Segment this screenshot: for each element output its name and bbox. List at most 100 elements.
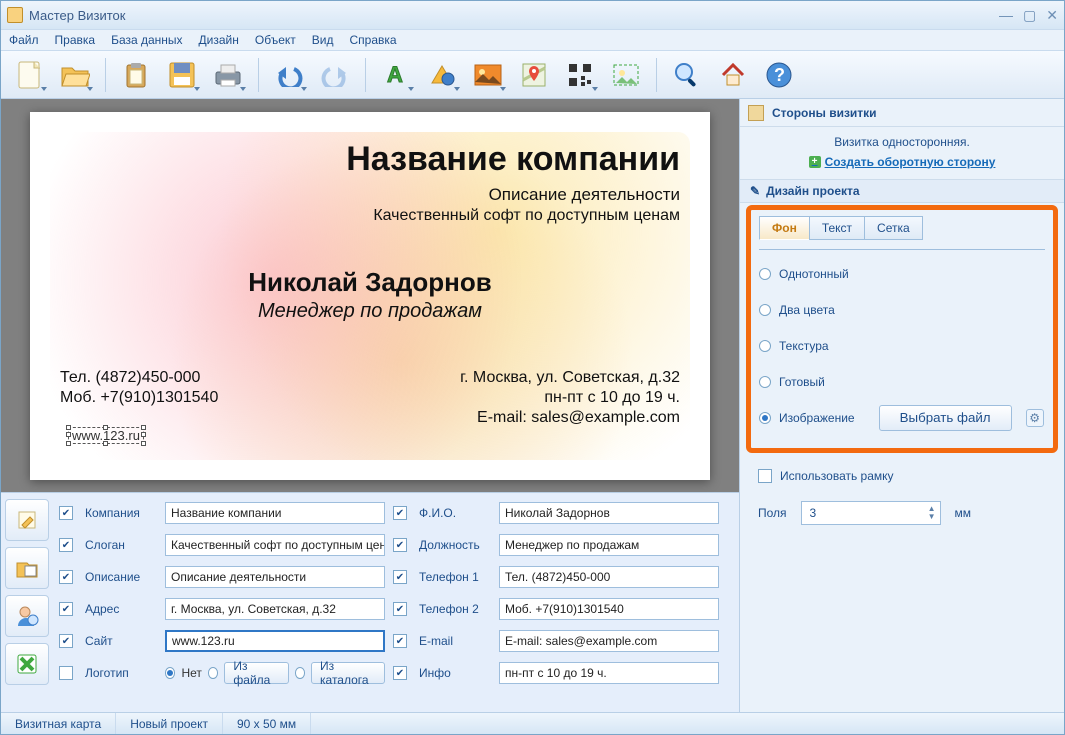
radio-bg-texture[interactable]: [759, 340, 771, 352]
chk-company[interactable]: ✔: [59, 506, 73, 520]
tab-text[interactable]: Текст: [809, 216, 865, 240]
menubar: Файл Правка База данных Дизайн Объект Ви…: [1, 29, 1064, 51]
sidetab-export[interactable]: [5, 643, 49, 685]
radio-logo-none[interactable]: [165, 667, 175, 679]
radio-bg-preset[interactable]: [759, 376, 771, 388]
chk-use-frame[interactable]: ✔: [758, 469, 772, 483]
card-slogan[interactable]: Качественный софт по доступным ценам: [60, 207, 680, 225]
input-phone2[interactable]: Моб. +7(910)1301540: [499, 598, 719, 620]
radio-bg-image[interactable]: [759, 412, 771, 424]
chk-site[interactable]: ✔: [59, 634, 73, 648]
menu-edit[interactable]: Правка: [55, 33, 96, 47]
menu-view[interactable]: Вид: [312, 33, 334, 47]
card-position[interactable]: Менеджер по продажам: [60, 300, 680, 323]
card-person-name[interactable]: Николай Задорнов: [60, 267, 680, 298]
lbl-position: Должность: [419, 538, 491, 552]
add-qr-button[interactable]: [558, 55, 602, 95]
btn-logo-catalog[interactable]: Из каталога: [311, 662, 385, 684]
card-hours[interactable]: пн-пт с 10 до 19 ч.: [460, 389, 680, 407]
chk-phone2[interactable]: ✔: [393, 602, 407, 616]
save-button[interactable]: [160, 55, 204, 95]
home-button[interactable]: [711, 55, 755, 95]
input-phone1[interactable]: Тел. (4872)450-000: [499, 566, 719, 588]
add-shape-button[interactable]: [420, 55, 464, 95]
create-back-link[interactable]: + Создать оборотную сторону: [809, 155, 996, 169]
input-address[interactable]: г. Москва, ул. Советская, д.32: [165, 598, 385, 620]
chk-fio[interactable]: ✔: [393, 506, 407, 520]
input-company[interactable]: Название компании: [165, 502, 385, 524]
btn-logo-file[interactable]: Из файла: [224, 662, 288, 684]
radio-logo-catalog[interactable]: [295, 667, 305, 679]
chk-address[interactable]: ✔: [59, 602, 73, 616]
print-button[interactable]: [206, 55, 250, 95]
selected-website-box[interactable]: www.123.ru: [68, 427, 144, 444]
status-project: Новый проект: [116, 713, 223, 734]
close-button[interactable]: ✕: [1046, 7, 1058, 24]
help-button[interactable]: ?: [757, 55, 801, 95]
canvas-area[interactable]: Название компании Описание деятельности …: [1, 99, 739, 492]
status-bar: Визитная карта Новый проект 90 x 50 мм: [1, 712, 1064, 734]
radio-bg-two[interactable]: [759, 304, 771, 316]
lbl-company: Компания: [85, 506, 157, 520]
input-position[interactable]: Менеджер по продажам: [499, 534, 719, 556]
tab-background[interactable]: Фон: [759, 216, 810, 240]
chk-phone1[interactable]: ✔: [393, 570, 407, 584]
app-window: Мастер Визиток — ▢ ✕ Файл Правка База да…: [0, 0, 1065, 735]
svg-text:A: A: [387, 62, 403, 87]
add-text-button[interactable]: A: [374, 55, 418, 95]
menu-help[interactable]: Справка: [349, 33, 396, 47]
sidetab-database[interactable]: [5, 547, 49, 589]
card-activity[interactable]: Описание деятельности: [60, 185, 680, 205]
lbl-email: E-mail: [419, 634, 491, 648]
lbl-address: Адрес: [85, 602, 157, 616]
margins-spinner[interactable]: 3 ▲▼: [801, 501, 941, 525]
radio-logo-file[interactable]: [208, 667, 218, 679]
undo-button[interactable]: [267, 55, 311, 95]
chk-email[interactable]: ✔: [393, 634, 407, 648]
bg-settings-gear-icon[interactable]: ⚙: [1026, 409, 1044, 427]
chk-slogan[interactable]: ✔: [59, 538, 73, 552]
lbl-fio: Ф.И.О.: [419, 506, 491, 520]
card-address[interactable]: г. Москва, ул. Советская, д.32: [460, 369, 680, 387]
choose-file-button[interactable]: Выбрать файл: [879, 405, 1012, 431]
menu-design[interactable]: Дизайн: [199, 33, 239, 47]
open-button[interactable]: [53, 55, 97, 95]
add-image-button[interactable]: [466, 55, 510, 95]
right-panel: Стороны визитки Визитка односторонняя. +…: [740, 99, 1064, 712]
preview-button[interactable]: [665, 55, 709, 95]
business-card[interactable]: Название компании Описание деятельности …: [30, 112, 710, 480]
card-phone1[interactable]: Тел. (4872)450-000: [60, 369, 218, 387]
design-panel-header: ✎ Дизайн проекта: [740, 179, 1064, 203]
card-email[interactable]: E-mail: sales@example.com: [460, 409, 680, 427]
menu-database[interactable]: База данных: [111, 33, 182, 47]
paste-button[interactable]: [114, 55, 158, 95]
lbl-margins: Поля: [758, 506, 787, 520]
input-slogan[interactable]: Качественный софт по доступным ценам: [165, 534, 385, 556]
lbl-info: Инфо: [419, 666, 491, 680]
input-fio[interactable]: Николай Задорнов: [499, 502, 719, 524]
card-phone2[interactable]: Моб. +7(910)1301540: [60, 389, 218, 407]
minimize-button[interactable]: —: [999, 7, 1013, 24]
input-info[interactable]: пн-пт с 10 до 19 ч.: [499, 662, 719, 684]
sidetab-edit[interactable]: [5, 499, 49, 541]
titlebar: Мастер Визиток — ▢ ✕: [1, 1, 1064, 29]
menu-file[interactable]: Файл: [9, 33, 39, 47]
radio-bg-solid[interactable]: [759, 268, 771, 280]
new-button[interactable]: [7, 55, 51, 95]
redo-button[interactable]: [313, 55, 357, 95]
chk-position[interactable]: ✔: [393, 538, 407, 552]
tab-grid[interactable]: Сетка: [864, 216, 923, 240]
background-settings-highlight: Фон Текст Сетка Однотонный Два цвета Тек…: [746, 205, 1058, 453]
input-activity[interactable]: Описание деятельности: [165, 566, 385, 588]
add-clipart-button[interactable]: [604, 55, 648, 95]
input-site[interactable]: www.123.ru: [165, 630, 385, 652]
sidetab-person[interactable]: [5, 595, 49, 637]
card-company[interactable]: Название компании: [60, 140, 680, 179]
menu-object[interactable]: Объект: [255, 33, 296, 47]
maximize-button[interactable]: ▢: [1023, 7, 1036, 24]
input-email[interactable]: E-mail: sales@example.com: [499, 630, 719, 652]
chk-logo[interactable]: ✔: [59, 666, 73, 680]
add-map-button[interactable]: [512, 55, 556, 95]
chk-info[interactable]: ✔: [393, 666, 407, 680]
chk-activity[interactable]: ✔: [59, 570, 73, 584]
